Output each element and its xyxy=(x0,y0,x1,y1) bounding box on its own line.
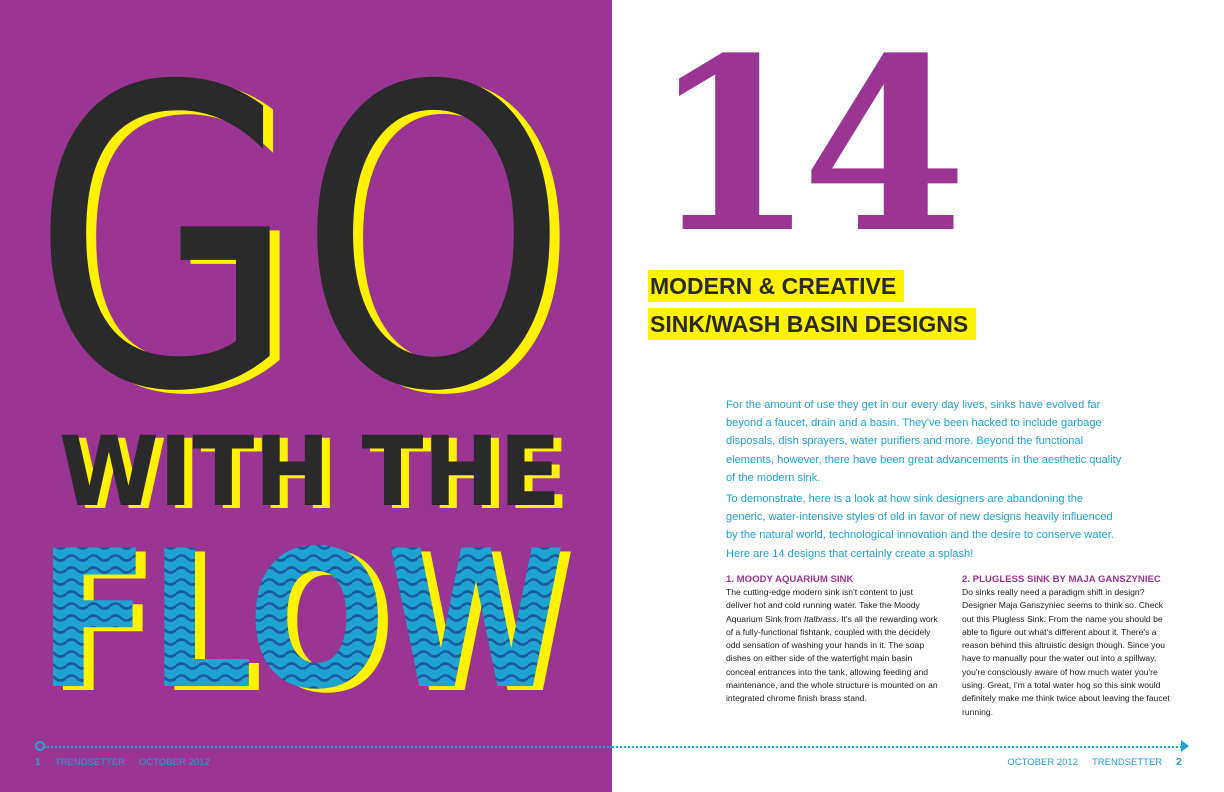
item-body: The cutting-edge modern sink isn't conte… xyxy=(726,587,938,704)
right-page: 14 MODERN & CREATIVE SINK/WASH BASIN DES… xyxy=(612,0,1224,792)
headline-flow: FLOW xyxy=(38,510,566,731)
item-heading: 2. PLUGLESS SINK BY MAJA GANSZYNIEC xyxy=(962,574,1161,585)
page-number-right: 2 xyxy=(1176,756,1182,768)
article-title-line-1: MODERN & CREATIVE xyxy=(648,270,905,302)
article-item-1: 1. MOODY AQUARIUM SINK The cutting-edge … xyxy=(726,573,940,706)
intro-paragraph-1: For the amount of use they get in our ev… xyxy=(726,399,1122,484)
item-body: Do sinks really need a paradigm shift in… xyxy=(962,587,1170,717)
magazine-name-right: TRENDSETTER xyxy=(1091,757,1163,768)
article-number: 14 xyxy=(650,7,967,286)
article-title-line-2: SINK/WASH BASIN DESIGNS xyxy=(648,308,977,340)
footer-rule xyxy=(44,746,612,748)
footer-rule-arrow-icon xyxy=(1181,740,1189,752)
intro-paragraph-2: To demonstrate, here is a look at how si… xyxy=(726,493,1114,560)
article-item-2: 2. PLUGLESS SINK BY MAJA GANSZYNIEC Do s… xyxy=(962,573,1176,719)
left-page: GO GO WITH THE WITH THE FLOW FLOW 1 TREND… xyxy=(0,0,612,792)
issue-date-right: OCTOBER 2012 xyxy=(1007,757,1078,768)
page-number-left: 1 xyxy=(35,756,41,768)
headline-artwork: GO GO WITH THE WITH THE FLOW FLOW xyxy=(31,0,579,735)
footer-rule xyxy=(612,746,1182,748)
footer-right: OCTOBER 2012 TRENDSETTER 2 xyxy=(1007,756,1182,769)
footer-rule-start-dot xyxy=(35,741,45,751)
issue-date-left: OCTOBER 2012 xyxy=(139,757,210,768)
magazine-name-left: TRENDSETTER xyxy=(54,757,126,768)
headline-go: GO xyxy=(31,0,569,482)
footer-left: 1 TRENDSETTER OCTOBER 2012 xyxy=(35,756,224,769)
item-heading: 1. MOODY AQUARIUM SINK xyxy=(726,574,854,585)
